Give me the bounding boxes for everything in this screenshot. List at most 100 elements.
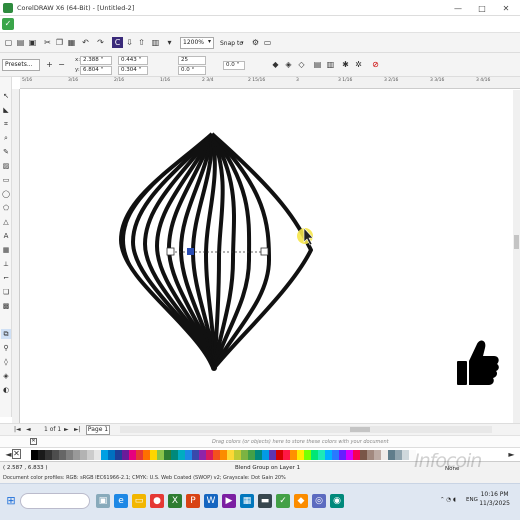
chevron-down-icon[interactable]: ▾ — [208, 38, 211, 45]
taskbar-search-box[interactable] — [20, 493, 90, 509]
paste-icon[interactable]: ▦ — [66, 37, 77, 48]
vertical-scrollbar[interactable] — [513, 90, 520, 423]
object-color-acceleration-icon[interactable]: ▤ — [312, 59, 323, 70]
photos-icon[interactable]: ▦ — [240, 494, 254, 508]
color-swatch[interactable] — [143, 450, 150, 460]
minimize-button[interactable]: — — [446, 0, 470, 16]
color-swatch[interactable] — [31, 450, 38, 460]
undo-icon[interactable]: ↶ — [80, 37, 91, 48]
taskbar-clock[interactable]: 10:16 PM 11/3/2025 — [479, 490, 510, 508]
excel-icon[interactable]: X — [168, 494, 182, 508]
close-button[interactable]: ✕ — [494, 0, 518, 16]
interactive-fill-icon[interactable]: ◐ — [1, 385, 11, 395]
color-swatch[interactable] — [220, 450, 227, 460]
horizontal-scroll-thumb[interactable] — [350, 427, 370, 432]
color-swatch[interactable] — [367, 450, 374, 460]
palette-scroll-right-icon[interactable]: ► — [506, 449, 517, 460]
coreldraw-menu-icon[interactable]: ✓ — [2, 18, 14, 30]
app-taskbar-icon[interactable]: ◉ — [330, 494, 344, 508]
color-swatch[interactable] — [255, 450, 262, 460]
color-swatch[interactable] — [150, 450, 157, 460]
color-swatch[interactable] — [101, 450, 108, 460]
options-icon[interactable]: ⚙ — [250, 37, 261, 48]
input-language[interactable]: ENG — [466, 497, 478, 503]
color-swatch[interactable] — [206, 450, 213, 460]
app-taskbar-icon[interactable]: ◆ — [294, 494, 308, 508]
end-node[interactable] — [211, 365, 217, 371]
chrome-icon[interactable]: ● — [150, 494, 164, 508]
transparency-tool-icon[interactable]: ▩ — [1, 301, 11, 311]
color-swatch[interactable] — [311, 450, 318, 460]
color-swatch[interactable] — [227, 450, 234, 460]
search-content-icon[interactable]: C — [112, 37, 123, 48]
acceleration-handle[interactable] — [187, 248, 194, 255]
clockwise-blend-icon[interactable]: ◈ — [283, 59, 294, 70]
color-swatch[interactable] — [241, 450, 248, 460]
pick-tool-icon[interactable]: ↖ — [1, 91, 11, 101]
add-preset-icon[interactable]: + — [44, 59, 55, 70]
smart-fill-icon[interactable]: ▨ — [1, 161, 11, 171]
task-view-icon[interactable]: ▣ — [96, 494, 110, 508]
coreldraw-taskbar-icon[interactable]: ✓ — [276, 494, 290, 508]
eyedropper-tool-icon[interactable]: ⚲ — [1, 343, 11, 353]
previous-page-button[interactable]: ◄ — [26, 426, 31, 433]
color-swatch[interactable] — [381, 450, 388, 460]
redo-icon[interactable]: ↷ — [95, 37, 106, 48]
welcome-screen-icon[interactable]: ▭ — [262, 37, 273, 48]
color-swatch[interactable] — [269, 450, 276, 460]
color-swatch[interactable] — [80, 450, 87, 460]
color-swatch[interactable] — [24, 450, 31, 460]
color-swatch[interactable] — [353, 450, 360, 460]
x-position-field[interactable]: 2.388 " — [80, 56, 112, 65]
rectangle-tool-icon[interactable]: ▭ — [1, 175, 11, 185]
new-document-icon[interactable]: ▢ — [3, 37, 14, 48]
color-swatch[interactable] — [45, 450, 52, 460]
color-swatch[interactable] — [339, 450, 346, 460]
color-swatch[interactable] — [374, 450, 381, 460]
height-field[interactable]: 0.304 " — [118, 66, 148, 75]
last-page-button[interactable]: ►| — [74, 426, 81, 433]
copy-icon[interactable]: ❐ — [54, 37, 65, 48]
snap-to-dropdown[interactable]: Snap to — [220, 40, 243, 47]
presets-dropdown[interactable]: Presets... — [2, 59, 40, 71]
word-icon[interactable]: W — [204, 494, 218, 508]
straight-blend-icon[interactable]: ◆ — [270, 59, 281, 70]
color-swatch[interactable] — [52, 450, 59, 460]
zoom-tool-icon[interactable]: ⌕ — [1, 133, 11, 143]
color-swatch[interactable] — [290, 450, 297, 460]
ellipse-tool-icon[interactable]: ◯ — [1, 189, 11, 199]
no-fill-swatch[interactable]: ✕ — [12, 449, 21, 459]
color-swatch[interactable] — [234, 450, 241, 460]
y-position-field[interactable]: 6.804 " — [80, 66, 112, 75]
connector-tool-icon[interactable]: ⌐ — [1, 273, 11, 283]
page-tab[interactable]: Page 1 — [86, 425, 110, 435]
blend-start-handle[interactable] — [166, 247, 175, 256]
blend-direction-field[interactable]: 0.0 ° — [178, 66, 206, 75]
table-tool-icon[interactable]: ▦ — [1, 245, 11, 255]
color-swatch[interactable] — [262, 450, 269, 460]
blend-steps-field[interactable]: 25 — [178, 56, 206, 65]
file-explorer-icon[interactable]: ▭ — [132, 494, 146, 508]
first-page-button[interactable]: |◄ — [14, 426, 21, 433]
color-swatch[interactable] — [129, 450, 136, 460]
coreldraw-app-icon[interactable] — [3, 2, 13, 13]
terminal-icon[interactable]: ▬ — [258, 494, 272, 508]
color-swatch[interactable] — [164, 450, 171, 460]
color-swatch[interactable] — [38, 450, 45, 460]
vertical-scroll-thumb[interactable] — [514, 235, 519, 249]
color-swatch[interactable] — [171, 450, 178, 460]
import-icon[interactable]: ⇩ — [124, 37, 135, 48]
color-swatch[interactable] — [318, 450, 325, 460]
color-swatch[interactable] — [94, 450, 101, 460]
color-swatch[interactable] — [360, 450, 367, 460]
polygon-tool-icon[interactable]: ⬠ — [1, 203, 11, 213]
color-swatch[interactable] — [395, 450, 402, 460]
color-swatch[interactable] — [122, 450, 129, 460]
maximize-button[interactable]: □ — [470, 0, 494, 16]
drop-shadow-icon[interactable]: ❏ — [1, 287, 11, 297]
chevron-down-icon[interactable]: ▾ — [241, 40, 244, 46]
width-field[interactable]: 0.443 " — [118, 56, 148, 65]
more-blend-options-icon[interactable]: ✱ — [340, 59, 351, 70]
powerpoint-icon[interactable]: P — [186, 494, 200, 508]
edge-browser-icon[interactable]: e — [114, 494, 128, 508]
